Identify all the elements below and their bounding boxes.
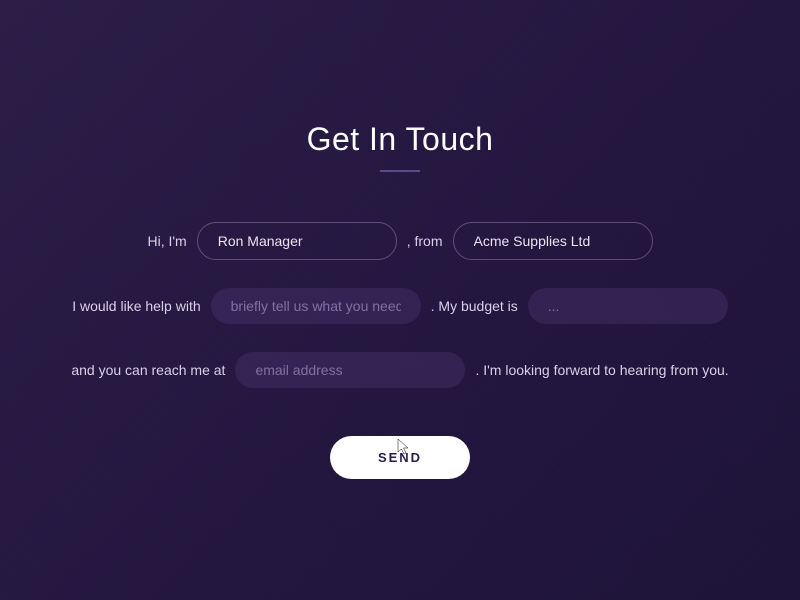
title-underline <box>380 170 420 172</box>
budget-input[interactable] <box>528 288 728 324</box>
send-button[interactable]: SEND <box>330 436 470 479</box>
form-row-contact: and you can reach me at . I'm looking fo… <box>50 352 750 388</box>
form-row-identity: Hi, I'm , from <box>50 222 750 260</box>
label-reach: and you can reach me at <box>71 362 225 378</box>
label-hi: Hi, I'm <box>147 233 186 249</box>
label-closing: . I'm looking forward to hearing from yo… <box>475 362 728 378</box>
name-input[interactable] <box>197 222 397 260</box>
email-input[interactable] <box>235 352 465 388</box>
label-from: , from <box>407 233 443 249</box>
company-input[interactable] <box>453 222 653 260</box>
form-row-need: I would like help with . My budget is <box>50 288 750 324</box>
label-help: I would like help with <box>72 298 200 314</box>
label-budget: . My budget is <box>431 298 518 314</box>
form-title: Get In Touch <box>307 121 494 158</box>
contact-form: Get In Touch Hi, I'm , from I would like… <box>0 121 800 479</box>
help-input[interactable] <box>211 288 421 324</box>
